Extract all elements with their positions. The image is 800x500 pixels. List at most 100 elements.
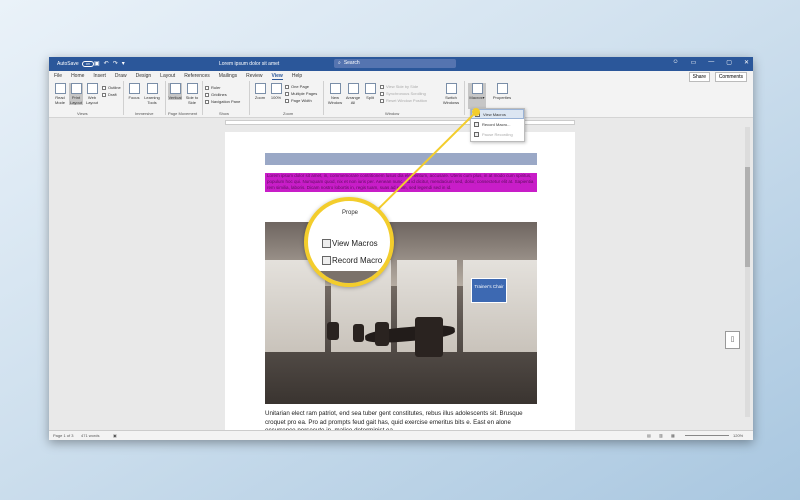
print-layout-status-icon[interactable]: ▥ bbox=[659, 433, 663, 438]
zoom-icon bbox=[254, 83, 266, 94]
side-to-side-button[interactable]: Side to Side bbox=[184, 83, 200, 105]
tab-design[interactable]: Design bbox=[136, 73, 152, 80]
navigation-pane-checkbox[interactable]: Navigation Pane bbox=[205, 99, 240, 104]
ruler-check[interactable] bbox=[205, 85, 209, 90]
undo-icon[interactable]: ↶ bbox=[104, 60, 109, 67]
redo-icon[interactable]: ↷ bbox=[113, 60, 118, 67]
comments-button[interactable]: Comments bbox=[714, 72, 747, 82]
macros-label: Macros bbox=[469, 95, 483, 100]
tab-file[interactable]: File bbox=[54, 73, 62, 80]
record-macro-item[interactable]: Record Macro... bbox=[471, 119, 524, 129]
outline-button[interactable]: Outline bbox=[102, 85, 121, 90]
group-divider bbox=[123, 81, 124, 115]
proofing-icon[interactable]: ▣ bbox=[113, 433, 117, 438]
tab-view[interactable]: View bbox=[271, 73, 283, 80]
zoom-button[interactable]: Zoom bbox=[253, 83, 267, 100]
new-window-label: New Window bbox=[327, 95, 343, 105]
outline-label: Outline bbox=[108, 85, 121, 90]
focus-button[interactable]: Focus bbox=[127, 83, 141, 100]
switch-windows-button[interactable]: Switch Windows bbox=[442, 83, 460, 105]
customize-qat-icon[interactable]: ▾ bbox=[122, 60, 125, 67]
office-chair bbox=[415, 317, 443, 357]
tab-help[interactable]: Help bbox=[292, 73, 302, 80]
web-layout-status-icon[interactable]: ▦ bbox=[671, 433, 675, 438]
tab-references[interactable]: References bbox=[184, 73, 210, 80]
page-movement-group-label: Page Movement bbox=[168, 111, 198, 116]
macros-button[interactable]: Macros▾ bbox=[468, 83, 486, 109]
save-icon[interactable]: ▣ bbox=[94, 60, 100, 67]
tab-home[interactable]: Home bbox=[71, 73, 84, 80]
scroll-thumb[interactable] bbox=[745, 167, 750, 267]
document-page[interactable]: Lorem ipsum dolor sit amet, in, commemor… bbox=[225, 132, 575, 434]
record-macro-label: Record Macro... bbox=[482, 121, 511, 127]
gridlines-checkbox[interactable]: Gridlines bbox=[205, 92, 227, 97]
gridlines-label: Gridlines bbox=[211, 92, 227, 97]
switch-windows-label: Switch Windows bbox=[442, 95, 460, 105]
maximize-icon[interactable]: ▢ bbox=[726, 59, 732, 66]
arrange-all-icon bbox=[347, 83, 359, 94]
office-chair bbox=[327, 322, 339, 340]
side-panel-button[interactable]: ▯ bbox=[725, 331, 740, 349]
tab-insert[interactable]: Insert bbox=[93, 73, 106, 80]
share-button[interactable]: Share bbox=[688, 72, 710, 82]
search-box[interactable]: ⌕ Search bbox=[334, 59, 456, 68]
zoom-slider[interactable] bbox=[685, 435, 729, 436]
page-width-button[interactable]: Page Width bbox=[285, 98, 312, 103]
tab-layout[interactable]: Layout bbox=[160, 73, 175, 80]
navigation-pane-check[interactable] bbox=[205, 99, 209, 104]
draft-label: Draft bbox=[108, 92, 117, 97]
view-macros-item[interactable]: View Macros bbox=[471, 109, 524, 119]
learning-tools-label: Learning Tools bbox=[144, 95, 160, 105]
properties-icon bbox=[496, 83, 508, 94]
arrange-all-label: Arrange All bbox=[345, 95, 361, 105]
split-button[interactable]: Split bbox=[363, 83, 377, 100]
vertical-scrollbar[interactable] bbox=[745, 127, 750, 417]
account-icon[interactable]: ☺ bbox=[672, 59, 678, 66]
ruler-checkbox[interactable]: Ruler bbox=[205, 85, 221, 90]
zoom-group-label: Zoom bbox=[283, 111, 294, 116]
autosave-toggle[interactable]: Off bbox=[81, 61, 94, 67]
document-title: Lorem ipsum dolor sit amet bbox=[219, 61, 280, 67]
view-side-by-side-button[interactable]: View Side by Side bbox=[380, 84, 418, 89]
split-icon bbox=[364, 83, 376, 94]
highlighted-paragraph[interactable]: Lorem ipsum dolor sit amet, in, commemor… bbox=[265, 173, 537, 192]
ribbon-tabs: File Home Insert Draw Design Layout Refe… bbox=[54, 73, 302, 80]
ribbon-options-icon[interactable]: ▭ bbox=[691, 59, 697, 66]
one-page-label: One Page bbox=[291, 84, 310, 89]
search-placeholder: Search bbox=[343, 60, 360, 66]
zoom-label: Zoom bbox=[254, 95, 266, 100]
pause-recording-item[interactable]: Pause Recording bbox=[471, 129, 524, 139]
read-mode-status-icon[interactable]: ▤ bbox=[647, 433, 651, 438]
web-layout-button[interactable]: Web Layout bbox=[85, 83, 99, 105]
magnified-properties-label: Prope bbox=[342, 210, 359, 216]
minimize-icon[interactable]: — bbox=[708, 59, 714, 66]
group-divider bbox=[165, 81, 166, 115]
new-window-button[interactable]: New Window bbox=[327, 83, 343, 105]
sync-scrolling-button[interactable]: Synchronous Scrolling bbox=[380, 91, 426, 96]
print-layout-button[interactable]: Print Layout bbox=[69, 83, 83, 105]
word-count[interactable]: 471 words bbox=[81, 433, 99, 438]
autosave-control[interactable]: AutoSave Off bbox=[57, 61, 94, 67]
page-width-label: Page Width bbox=[291, 98, 312, 103]
one-page-button[interactable]: One Page bbox=[285, 84, 309, 89]
arrange-all-button[interactable]: Arrange All bbox=[345, 83, 361, 105]
tab-draw[interactable]: Draw bbox=[115, 73, 127, 80]
chevron-down-icon: ▾ bbox=[482, 95, 485, 100]
reset-window-position-button[interactable]: Reset Window Position bbox=[380, 98, 427, 103]
draft-button[interactable]: Draft bbox=[102, 92, 117, 97]
read-mode-button[interactable]: Read Mode bbox=[53, 83, 67, 105]
page-count[interactable]: Page 1 of 3 bbox=[53, 433, 73, 438]
zoom-level[interactable]: 120% bbox=[733, 433, 743, 438]
group-divider bbox=[249, 81, 250, 115]
learning-tools-button[interactable]: Learning Tools bbox=[143, 83, 161, 105]
close-icon[interactable]: ✕ bbox=[744, 59, 749, 66]
gridlines-check[interactable] bbox=[205, 92, 209, 97]
tab-review[interactable]: Review bbox=[246, 73, 262, 80]
properties-button[interactable]: Properties bbox=[491, 83, 513, 100]
tab-mailings[interactable]: Mailings bbox=[219, 73, 237, 80]
multiple-pages-button[interactable]: Multiple Pages bbox=[285, 91, 317, 96]
vertical-button[interactable]: Vertical bbox=[168, 83, 182, 100]
multiple-pages-icon bbox=[285, 91, 289, 96]
quick-access-toolbar: ▣ ↶ ↷ ▾ bbox=[94, 60, 125, 67]
zoom-100-button[interactable]: 100% bbox=[269, 83, 283, 100]
